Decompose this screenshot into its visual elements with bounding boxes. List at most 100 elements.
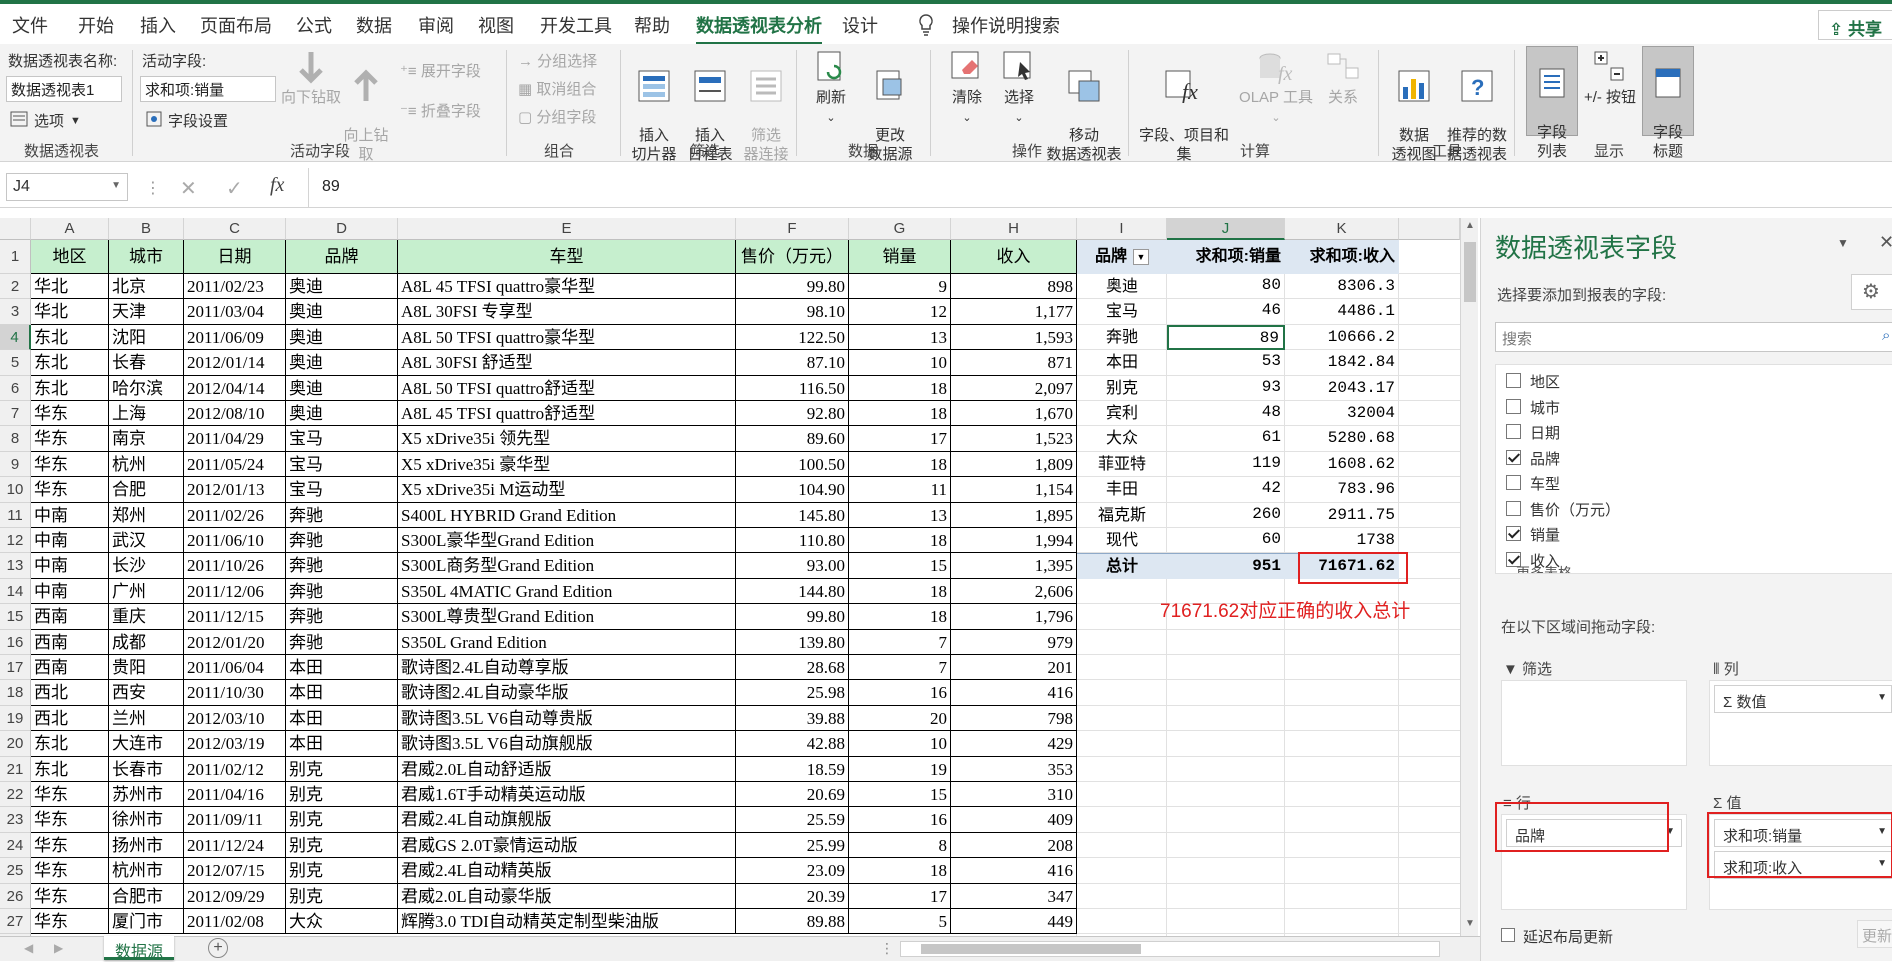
table-cell[interactable]: 广州 <box>109 578 184 605</box>
table-cell[interactable]: 大众 <box>286 909 398 935</box>
table-cell[interactable]: 25.99 <box>736 832 849 859</box>
field-checkbox[interactable] <box>1506 449 1521 465</box>
row-header[interactable]: 6 <box>0 375 31 401</box>
table-cell[interactable]: 2011/06/09 <box>184 324 286 351</box>
pivot-cell-qty[interactable]: 80 <box>1167 274 1285 299</box>
pivot-cell-revenue[interactable]: 1738 <box>1285 528 1399 553</box>
table-cell[interactable]: 99.80 <box>736 604 849 630</box>
table-cell[interactable]: 23.09 <box>736 858 849 884</box>
pivot-cell-revenue[interactable]: 1842.84 <box>1285 350 1399 375</box>
filter-dropdown-icon[interactable]: ▼ <box>1133 248 1149 265</box>
table-header-cell[interactable]: 收入 <box>951 240 1077 274</box>
table-cell[interactable]: 2012/07/15 <box>184 858 286 884</box>
pivot-cell-qty[interactable]: 53 <box>1167 350 1285 375</box>
column-header-J[interactable]: J <box>1167 218 1285 240</box>
filter-connections-button[interactable]: 筛选 器连接 <box>738 50 794 164</box>
table-cell[interactable]: 别克 <box>286 807 398 833</box>
pivot-cell-qty[interactable]: 42 <box>1167 477 1285 502</box>
table-cell[interactable]: 华东 <box>31 807 109 833</box>
tab-page-layout[interactable]: 页面布局 <box>200 12 272 38</box>
table-cell[interactable]: 中南 <box>31 578 109 605</box>
pivot-row-label[interactable]: 福克斯 <box>1077 503 1167 528</box>
table-cell[interactable]: 42.88 <box>736 731 849 757</box>
table-cell[interactable]: 416 <box>951 680 1077 706</box>
table-cell[interactable]: 奔驰 <box>286 528 398 554</box>
table-cell[interactable]: 君威2.0L自动豪华版 <box>398 883 736 909</box>
tab-split-handle[interactable]: ⋮ <box>880 940 894 957</box>
table-cell[interactable]: 长春市 <box>109 756 184 782</box>
table-cell[interactable]: 13 <box>849 502 951 528</box>
field-checkbox[interactable] <box>1506 500 1521 516</box>
table-cell[interactable]: 898 <box>951 274 1077 300</box>
row-header[interactable]: 14 <box>0 578 31 605</box>
table-cell[interactable]: 1,994 <box>951 528 1077 554</box>
column-header-empty[interactable] <box>1399 218 1460 240</box>
table-header-cell[interactable]: 车型 <box>398 240 736 274</box>
select-button[interactable]: 选择 ⌄ <box>994 50 1044 128</box>
table-cell[interactable]: 华东 <box>31 858 109 884</box>
table-cell[interactable]: 18 <box>849 375 951 401</box>
row-header[interactable]: 22 <box>0 782 31 808</box>
tab-file[interactable]: 文件 <box>12 12 48 38</box>
tab-view[interactable]: 视图 <box>478 12 514 38</box>
table-cell[interactable]: 17 <box>849 426 951 452</box>
table-cell[interactable]: 20.69 <box>736 782 849 808</box>
table-cell[interactable]: 208 <box>951 832 1077 859</box>
table-cell[interactable]: 116.50 <box>736 375 849 401</box>
table-cell[interactable]: 华东 <box>31 832 109 859</box>
table-cell[interactable]: 奔驰 <box>286 629 398 655</box>
pivot-row-label[interactable]: 别克 <box>1077 376 1167 401</box>
row-header[interactable]: 1 <box>0 240 31 274</box>
table-cell[interactable]: 武汉 <box>109 528 184 554</box>
table-cell[interactable]: 本田 <box>286 655 398 681</box>
table-cell[interactable]: 9 <box>849 274 951 300</box>
filter-area[interactable] <box>1501 680 1687 766</box>
columns-chip-values[interactable]: Σ 数值 ▼ <box>1714 685 1892 713</box>
horizontal-scrollbar[interactable] <box>900 941 1440 957</box>
ungroup-button[interactable]: ▦ 取消组合 <box>518 78 596 99</box>
table-cell[interactable]: 奥迪 <box>286 350 398 376</box>
table-cell[interactable]: 华东 <box>31 477 109 503</box>
pivot-cell-qty[interactable]: 60 <box>1167 528 1285 553</box>
table-cell[interactable]: 1,895 <box>951 502 1077 528</box>
table-cell[interactable]: 2011/06/10 <box>184 528 286 554</box>
table-cell[interactable]: 东北 <box>31 731 109 757</box>
table-cell[interactable]: 2011/06/04 <box>184 655 286 681</box>
column-header-A[interactable]: A <box>31 218 109 240</box>
table-cell[interactable]: 华东 <box>31 909 109 935</box>
table-cell[interactable]: 7 <box>849 655 951 681</box>
table-cell[interactable]: 10 <box>849 731 951 757</box>
tab-design[interactable]: 设计 <box>842 12 878 38</box>
table-cell[interactable]: 华东 <box>31 883 109 909</box>
table-cell[interactable]: 歌诗图2.4L自动豪华版 <box>398 680 736 706</box>
table-cell[interactable]: S300L尊贵型Grand Edition <box>398 604 736 630</box>
table-cell[interactable]: 长沙 <box>109 553 184 579</box>
pivot-header-qty[interactable]: 求和项:销量 <box>1167 240 1285 274</box>
table-cell[interactable]: 别克 <box>286 756 398 782</box>
pivot-cell-qty[interactable]: 93 <box>1167 376 1285 401</box>
row-header[interactable]: 16 <box>0 629 31 655</box>
clear-button[interactable]: 清除 ⌄ <box>942 50 992 128</box>
table-cell[interactable]: 2011/04/29 <box>184 426 286 452</box>
table-cell[interactable]: 1,670 <box>951 401 1077 427</box>
table-cell[interactable]: 奔驰 <box>286 578 398 605</box>
table-cell[interactable]: 353 <box>951 756 1077 782</box>
table-header-cell[interactable]: 日期 <box>184 240 286 274</box>
table-cell[interactable]: 18.59 <box>736 756 849 782</box>
tab-pivot-analyze[interactable]: 数据透视表分析 <box>696 12 822 45</box>
sheet-tab-datasource[interactable]: 数据源 <box>104 936 174 961</box>
row-header[interactable]: 10 <box>0 477 31 503</box>
table-cell[interactable]: 2011/04/16 <box>184 782 286 808</box>
table-cell[interactable]: 北京 <box>109 274 184 300</box>
table-cell[interactable]: 西南 <box>31 604 109 630</box>
table-cell[interactable]: 华东 <box>31 426 109 452</box>
table-cell[interactable]: 别克 <box>286 832 398 859</box>
table-cell[interactable]: 18 <box>849 604 951 630</box>
row-header[interactable]: 11 <box>0 502 31 528</box>
name-box[interactable]: J4 ▼ <box>6 173 128 201</box>
table-cell[interactable]: 本田 <box>286 731 398 757</box>
table-cell[interactable]: 8 <box>849 832 951 859</box>
table-cell[interactable]: 2011/02/08 <box>184 909 286 935</box>
table-cell[interactable]: 宝马 <box>286 426 398 452</box>
field-item-6[interactable]: 销量 <box>1506 524 1560 545</box>
